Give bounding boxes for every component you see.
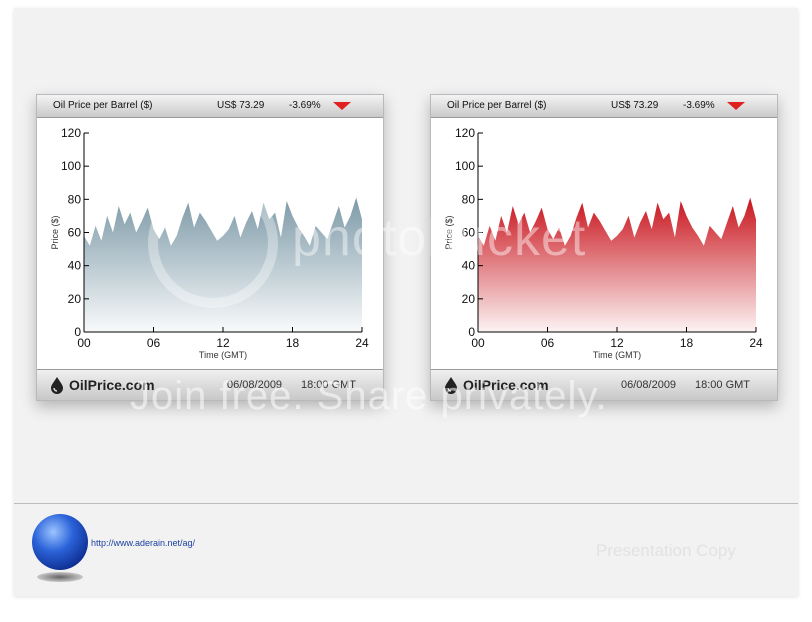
y-tick-label: 20 bbox=[462, 292, 476, 306]
panel-header: Oil Price per Barrel ($) US$ 73.29 -3.69… bbox=[37, 95, 383, 118]
x-tick-label: 00 bbox=[77, 336, 91, 350]
x-tick-label: 06 bbox=[147, 336, 161, 350]
panel-title: Oil Price per Barrel ($) bbox=[53, 100, 153, 111]
x-tick-label: 24 bbox=[749, 336, 763, 350]
panel-header: Oil Price per Barrel ($) US$ 73.29 -3.69… bbox=[431, 95, 777, 118]
x-axis-label: Time (GMT) bbox=[593, 350, 641, 360]
x-axis-label: Time (GMT) bbox=[199, 350, 247, 360]
globe-shadow bbox=[37, 572, 83, 582]
y-tick-label: 120 bbox=[61, 126, 81, 140]
current-price: US$ 73.29 bbox=[217, 100, 265, 111]
website-link[interactable]: http://www.aderain.net/ag/ bbox=[91, 538, 195, 548]
y-tick-label: 40 bbox=[68, 259, 82, 273]
x-tick-label: 12 bbox=[610, 336, 624, 350]
y-tick-label: 100 bbox=[455, 159, 475, 173]
x-tick-label: 18 bbox=[680, 336, 694, 350]
time-label: 18:00 GMT bbox=[695, 379, 751, 391]
presentation-copy-label: Presentation Copy bbox=[596, 541, 736, 560]
down-arrow-icon bbox=[333, 102, 351, 110]
oil-drop-icon bbox=[51, 377, 63, 394]
watermark-tagline: Join free. Share privately. bbox=[130, 374, 608, 418]
y-tick-label: 60 bbox=[68, 226, 82, 240]
current-price: US$ 73.29 bbox=[611, 100, 659, 111]
y-axis-label: Price ($) bbox=[50, 215, 60, 249]
watermark-logo bbox=[148, 178, 278, 308]
x-tick-label: 00 bbox=[471, 336, 485, 350]
divider bbox=[14, 503, 798, 504]
y-tick-label: 100 bbox=[61, 159, 81, 173]
y-tick-label: 80 bbox=[68, 192, 82, 206]
x-tick-label: 12 bbox=[216, 336, 230, 350]
y-tick-label: 120 bbox=[455, 126, 475, 140]
x-tick-label: 06 bbox=[541, 336, 555, 350]
x-tick-label: 24 bbox=[355, 336, 369, 350]
x-tick-label: 18 bbox=[286, 336, 300, 350]
watermark-text: photobucket bbox=[292, 209, 587, 267]
y-tick-label: 20 bbox=[68, 292, 82, 306]
price-change: -3.69% bbox=[289, 100, 321, 111]
y-tick-label: 80 bbox=[462, 192, 476, 206]
date-label: 06/08/2009 bbox=[621, 379, 677, 391]
panel-title: Oil Price per Barrel ($) bbox=[447, 100, 547, 111]
globe-icon bbox=[32, 514, 88, 570]
price-change: -3.69% bbox=[683, 100, 715, 111]
down-arrow-icon bbox=[727, 102, 745, 110]
